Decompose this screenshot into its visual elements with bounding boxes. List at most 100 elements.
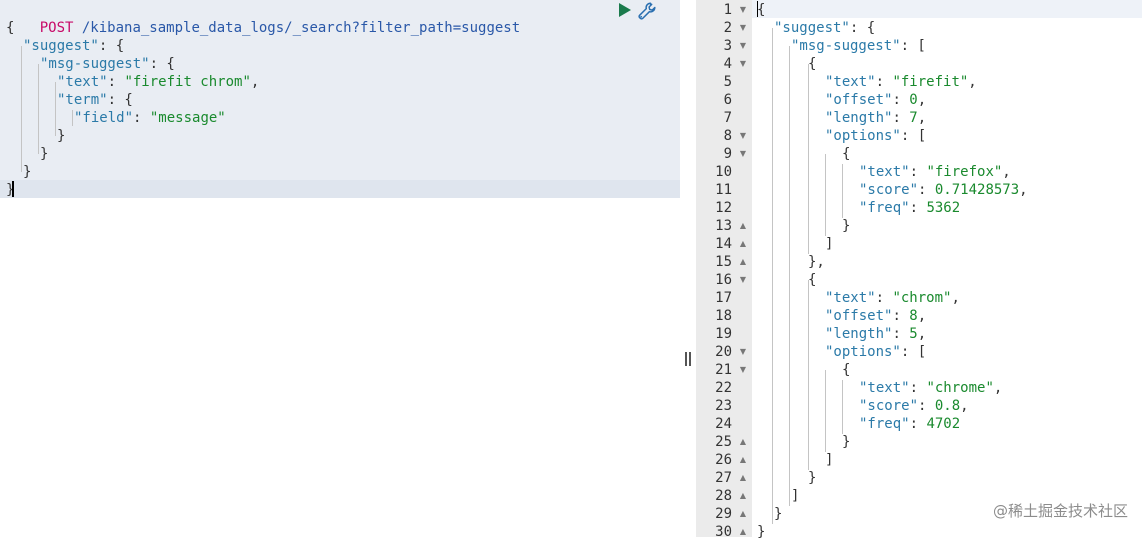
- line-number: 29: [715, 506, 732, 522]
- punctuation: :: [875, 290, 893, 306]
- line-number: 3: [723, 38, 732, 54]
- fold-arrow-up-icon[interactable]: ▲: [738, 253, 748, 271]
- fold-arrow-down-icon[interactable]: ▼: [738, 127, 748, 145]
- punctuation: :: [892, 308, 910, 324]
- punctuation: ,: [951, 290, 960, 306]
- response-viewer[interactable]: 1 ▼ 2 ▼ 3 ▼ 4 ▼ 5 6 7 8 ▼ 9 ▼ 10 11 12 13 ▲ 14 ▲ 15 ▲ 16 ▼ 17 18 19 2…: [696, 0, 1142, 540]
- punctuation: }: [757, 524, 766, 540]
- punctuation: {: [808, 272, 817, 288]
- panel-divider: [680, 0, 696, 537]
- json-key: "term": [57, 92, 108, 108]
- punctuation: }: [40, 146, 49, 162]
- punctuation: :: [909, 200, 927, 216]
- fold-arrow-up-icon[interactable]: ▲: [738, 487, 748, 505]
- code-line: }: [842, 433, 850, 451]
- punctuation: }: [842, 218, 851, 234]
- fold-arrow-up-icon[interactable]: ▲: [738, 235, 748, 253]
- line-number: 15: [715, 254, 732, 270]
- json-key: "text": [825, 74, 876, 90]
- indent-guide: [38, 64, 39, 154]
- punctuation: {: [808, 56, 817, 72]
- line-number: 19: [715, 326, 732, 342]
- punctuation: : [: [900, 38, 926, 54]
- fold-arrow-up-icon[interactable]: ▲: [738, 469, 748, 487]
- json-key: "offset": [825, 308, 893, 324]
- request-settings-button[interactable]: [637, 1, 657, 21]
- fold-arrow-down-icon[interactable]: ▼: [738, 1, 748, 19]
- fold-arrow-up-icon[interactable]: ▲: [738, 451, 748, 469]
- code-line: }: [40, 145, 48, 163]
- json-string: "message": [149, 110, 226, 126]
- punctuation: :: [892, 326, 910, 342]
- line-number: 12: [715, 200, 732, 216]
- code-line: "text": "chrome",: [859, 379, 1002, 397]
- punctuation: ,: [1002, 164, 1011, 180]
- punctuation: ,: [960, 398, 969, 414]
- indent-guide: [825, 370, 826, 452]
- punctuation: :: [909, 164, 927, 180]
- punctuation: ]: [825, 236, 834, 252]
- punctuation: :: [107, 74, 125, 90]
- punctuation: :: [133, 110, 150, 126]
- json-string: "firefox": [926, 164, 1003, 180]
- fold-arrow-down-icon[interactable]: ▼: [738, 55, 748, 73]
- line-number: 30: [715, 524, 732, 540]
- code-line: }: [757, 523, 765, 541]
- indent-guide: [808, 280, 809, 470]
- line-number: 27: [715, 470, 732, 486]
- fold-arrow-down-icon[interactable]: ▼: [738, 271, 748, 289]
- fold-arrow-up-icon[interactable]: ▲: [738, 217, 748, 235]
- json-key: "freq": [859, 416, 910, 432]
- code-line: }: [808, 469, 816, 487]
- code-line: }: [23, 163, 31, 181]
- indent-guide: [842, 164, 843, 218]
- indent-guide: [72, 110, 73, 126]
- fold-arrow-down-icon[interactable]: ▼: [738, 145, 748, 163]
- resize-handle[interactable]: [684, 352, 692, 366]
- code-line: ]: [825, 451, 833, 469]
- line-number: 17: [715, 290, 732, 306]
- code-line: "text": "chrom",: [825, 289, 960, 307]
- code-line: {: [757, 1, 765, 19]
- code-line: "msg-suggest": [: [791, 37, 926, 55]
- active-line-highlight: [0, 180, 680, 198]
- code-line: "offset": 8,: [825, 307, 926, 325]
- run-request-button[interactable]: [618, 2, 632, 18]
- fold-arrow-up-icon[interactable]: ▲: [738, 523, 748, 541]
- fold-arrow-down-icon[interactable]: ▼: [738, 37, 748, 55]
- punctuation: :: [909, 380, 927, 396]
- fold-arrow-down-icon[interactable]: ▼: [738, 361, 748, 379]
- json-key: "score": [859, 182, 919, 198]
- line-number: 16: [715, 272, 732, 288]
- json-key: "suggest": [23, 38, 99, 54]
- punctuation: ,: [993, 380, 1003, 396]
- punctuation: {: [842, 362, 851, 378]
- fold-arrow-up-icon[interactable]: ▲: [738, 433, 748, 451]
- json-key: "suggest": [774, 20, 850, 36]
- fold-arrow-down-icon[interactable]: ▼: [738, 343, 748, 361]
- json-key: "text": [57, 74, 108, 90]
- line-number: 22: [715, 380, 732, 396]
- line-number: 13: [715, 218, 732, 234]
- code-line: "score": 0.8,: [859, 397, 969, 415]
- punctuation: ,: [917, 110, 927, 126]
- punctuation: :: [892, 110, 910, 126]
- request-editor[interactable]: POST /kibana_sample_data_logs/_search?fi…: [0, 0, 680, 537]
- punctuation: }: [23, 164, 32, 180]
- code-line: ]: [825, 235, 833, 253]
- json-string: "chrome": [926, 380, 994, 396]
- json-string: "chrom": [892, 290, 952, 306]
- code-line: "msg-suggest": {: [40, 55, 175, 73]
- code-line: "offset": 0,: [825, 91, 926, 109]
- json-key: "text": [825, 290, 876, 306]
- json-string: "firefit chrom": [124, 74, 251, 90]
- indent-guide: [842, 380, 843, 434]
- indent-guide: [808, 64, 809, 254]
- json-key: "options": [825, 344, 901, 360]
- fold-arrow-down-icon[interactable]: ▼: [738, 19, 748, 37]
- fold-arrow-up-icon[interactable]: ▲: [738, 505, 748, 523]
- line-number: 21: [715, 362, 732, 378]
- punctuation: : {: [98, 38, 125, 54]
- code-line: "score": 0.71428573,: [859, 181, 1028, 199]
- code-line: "text": "firefox",: [859, 163, 1011, 181]
